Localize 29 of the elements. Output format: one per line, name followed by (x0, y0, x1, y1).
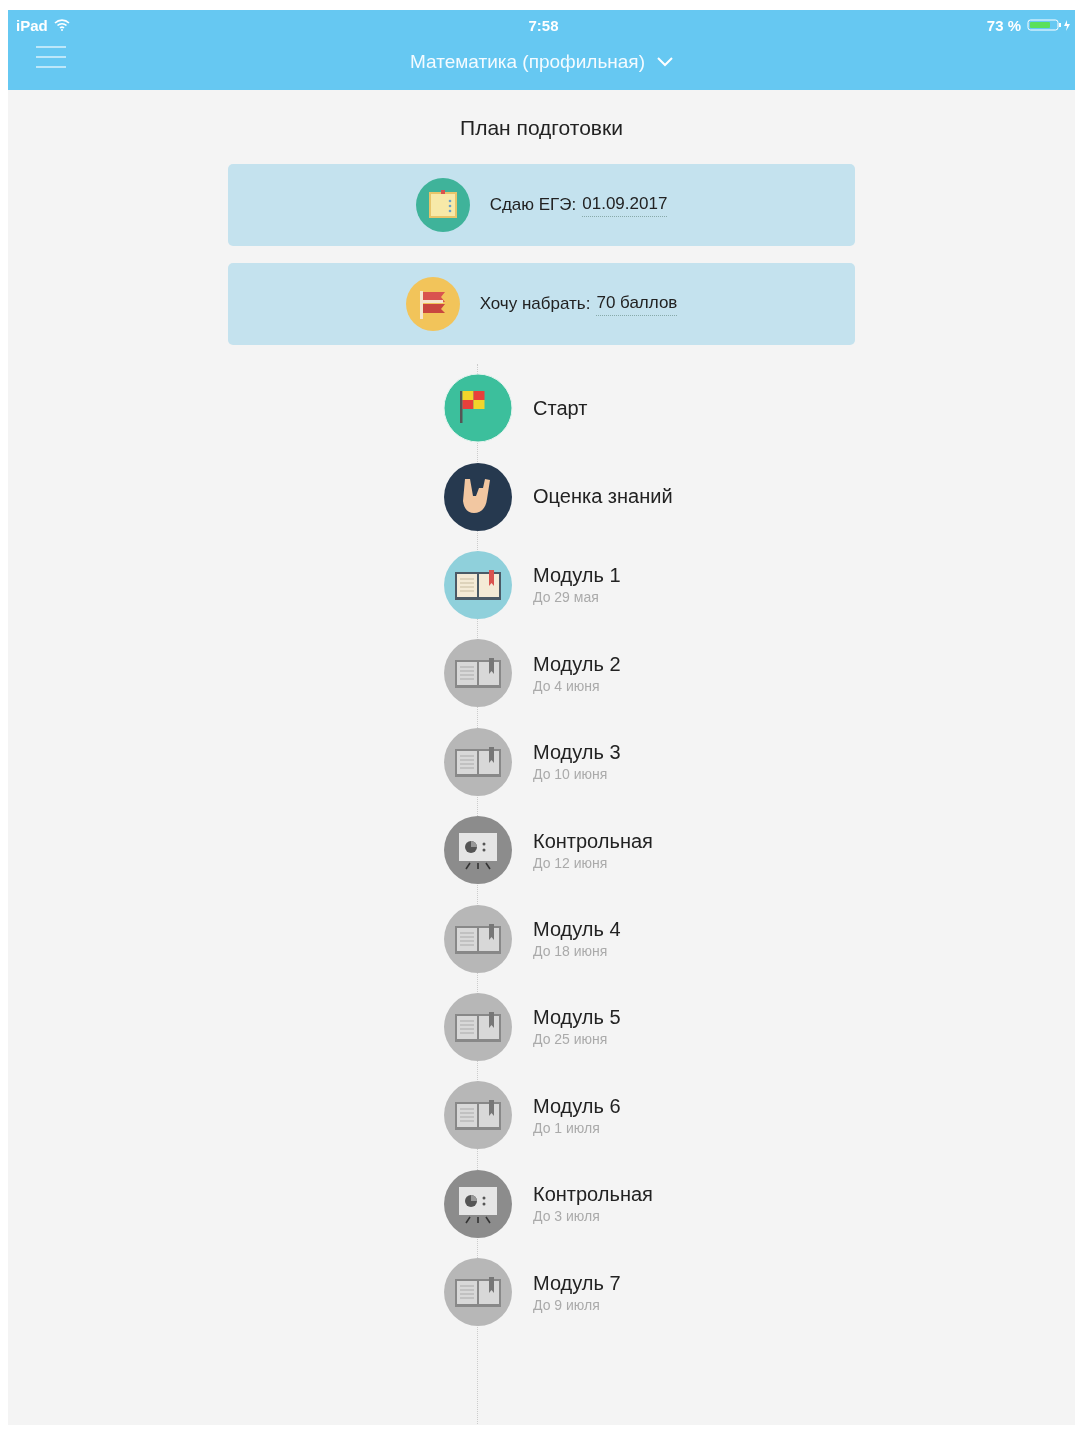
page-title: План подготовки (460, 116, 623, 140)
step-title[interactable]: Старт (533, 396, 588, 420)
step-due-date: До 18 июня (533, 943, 609, 960)
menu-icon (36, 46, 66, 68)
step-due-date: До 29 мая (533, 589, 600, 606)
checkered-flag-icon[interactable] (443, 373, 513, 444)
calendar-icon (415, 178, 470, 232)
battery-icon (1027, 19, 1071, 31)
flag-icon (405, 277, 460, 331)
step-due-date: До 9 июля (533, 1296, 601, 1313)
battery-percent: 73 % (986, 16, 1021, 34)
step-due-date: До 25 июня (533, 1031, 609, 1048)
hand-gesture-icon[interactable] (443, 461, 513, 532)
clock: 7:58 (528, 16, 559, 34)
chevron-down-icon (657, 57, 673, 67)
book-icon[interactable] (443, 549, 513, 620)
setting-label: Сдаю ЕГЭ: (489, 195, 577, 215)
step-title[interactable]: Оценка знаний (533, 485, 673, 509)
setting-value-link[interactable]: 70 баллов (596, 292, 678, 316)
step-due-date: До 3 июля (533, 1208, 601, 1225)
step-due-date: До 10 июня (533, 766, 609, 783)
step-title[interactable]: Модуль 1 (533, 564, 621, 588)
step-due-date: До 12 июня (533, 854, 609, 871)
step-due-date: До 1 июля (533, 1119, 601, 1136)
step-due-date: До 4 июня (533, 677, 601, 694)
setting-value-link[interactable]: 01.09.2017 (582, 193, 668, 217)
setting-label: Хочу набрать: (479, 294, 591, 314)
device-name: iPad (16, 16, 48, 34)
wifi-icon (53, 19, 70, 31)
